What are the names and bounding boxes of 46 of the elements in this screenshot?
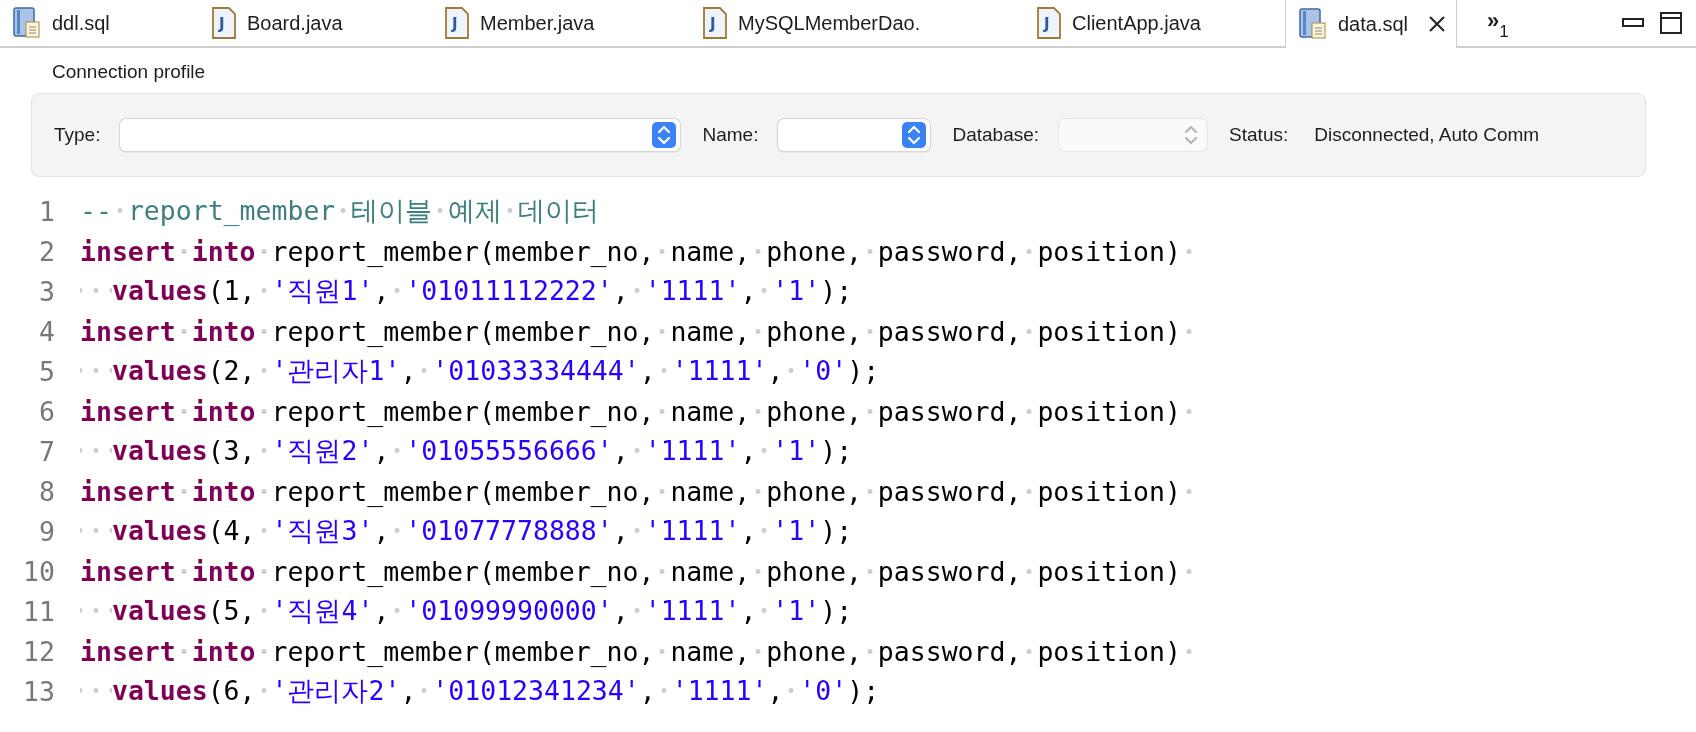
stepper-icon	[652, 122, 677, 148]
editor-tab[interactable]: data.sql	[1285, 0, 1458, 48]
line-number: 10	[22, 555, 55, 587]
line-number: 11	[22, 595, 55, 627]
minimize-icon[interactable]	[1622, 18, 1644, 28]
code-line: values(4, '직원3', '01077778888', '1111', '1');	[80, 513, 853, 549]
code-line: insert into report_member(member_no, name, phone, password, position)	[80, 235, 1197, 267]
line-number: 3	[38, 275, 55, 307]
code-line: insert into report_member(member_no, name, phone, password, position)	[80, 315, 1197, 347]
maximize-icon[interactable]	[1660, 12, 1682, 34]
line-number: 6	[38, 395, 55, 427]
code-line: values(1, '직원1', '01011112222', '1111', '1');	[80, 273, 853, 309]
java-file-icon: J	[444, 7, 470, 39]
code-line: values(6, '관리자2', '01012341234', '1111', '0');	[80, 673, 880, 709]
code-line: values(2, '관리자1', '01033334444', '1111', '0');	[80, 353, 880, 389]
stepper-icon	[902, 122, 927, 148]
code-line: insert into report_member(member_no, name, phone, password, position)	[80, 475, 1197, 507]
java-file-icon: J	[211, 7, 237, 39]
field-label: Database:	[952, 124, 1040, 146]
sql-file-icon	[12, 7, 42, 39]
dropdown[interactable]	[778, 119, 931, 151]
code-line: insert into report_member(member_no, name, phone, password, position)	[80, 635, 1197, 667]
dropdown[interactable]	[120, 119, 681, 151]
status-text: Disconnected, Auto Comm	[1314, 124, 1540, 146]
line-number: 13	[22, 675, 55, 707]
section-title: Connection profile	[51, 60, 207, 84]
line-number: 7	[38, 435, 55, 467]
sql-file-icon	[1298, 8, 1328, 40]
line-number: 12	[22, 635, 55, 667]
field-label: Type:	[54, 124, 101, 146]
field-label: Name:	[702, 124, 759, 146]
java-file-icon: J	[702, 7, 728, 39]
line-number: 4	[38, 315, 55, 347]
code-line: -- report_member 테이블 예제 데이터	[80, 194, 600, 228]
code-line: values(5, '직원4', '01099990000', '1111', '1');	[80, 593, 853, 629]
java-file-icon: J	[1036, 7, 1062, 39]
code-line: insert into report_member(member_no, name, phone, password, position)	[80, 555, 1197, 587]
line-number: 2	[38, 235, 55, 267]
close-icon[interactable]	[1428, 15, 1447, 33]
code-line: values(3, '직원2', '01055556666', '1111', '1');	[80, 433, 853, 469]
field-label: Status:	[1229, 124, 1289, 146]
code-line: insert into report_member(member_no, name, phone, password, position)	[80, 395, 1197, 427]
line-number: 8	[38, 475, 55, 507]
line-number: 9	[38, 515, 55, 547]
line-number: 5	[38, 355, 55, 387]
line-number: 1	[38, 195, 55, 227]
